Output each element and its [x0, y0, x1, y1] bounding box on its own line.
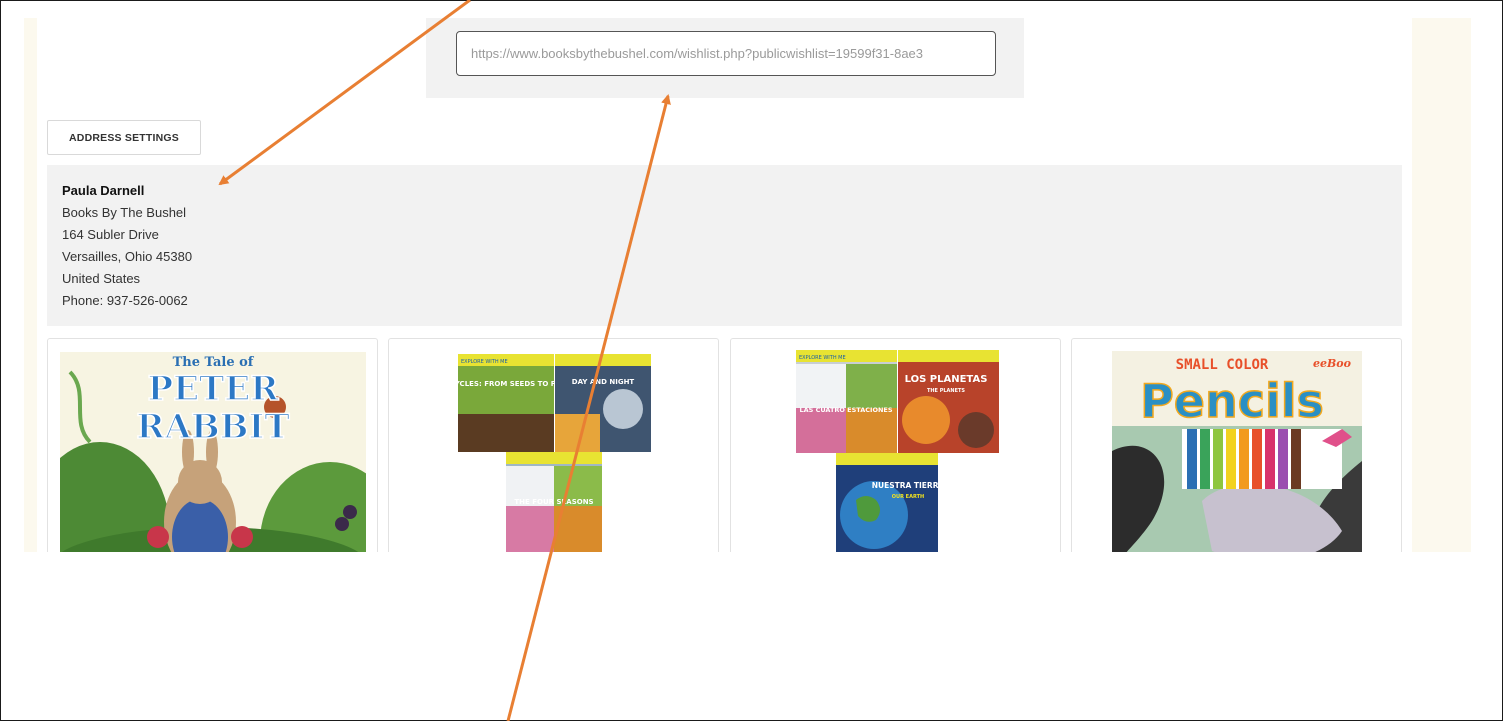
product-card-color-pencils[interactable]: SMALL COLOR eeBoo Pencils: [1071, 338, 1402, 552]
series-label: EXPLORE WITH ME: [461, 359, 508, 365]
cover-title: Pencils: [1140, 374, 1324, 428]
cover-title: LAS CUATRO ESTACIONES: [799, 406, 892, 414]
series-label: EXPLORE WITH ME: [799, 355, 846, 361]
shipping-address: Paula Darnell Books By The Bushel 164 Su…: [47, 165, 1402, 326]
cover-top-text: SMALL COLOR: [1176, 357, 1269, 373]
cover-top-text: The Tale of: [173, 355, 255, 370]
wishlist-content: ADDRESS SETTINGS Paula Darnell Books By …: [37, 18, 1412, 552]
address-company: Books By The Bushel: [62, 205, 187, 220]
product-card-explore-set-2[interactable]: EXPLORE WITH ME LAS CUATRO ESTACIONES LO…: [730, 338, 1061, 552]
cover-subtitle: THE PLANETS: [927, 388, 965, 394]
brand-logo-text: eeBoo: [1313, 357, 1351, 370]
address-settings-button[interactable]: ADDRESS SETTINGS: [47, 120, 201, 155]
product-card-peter-rabbit[interactable]: The Tale of PETER RABBIT: [47, 338, 378, 552]
book-cover-image[interactable]: SMALL COLOR eeBoo Pencils: [1112, 351, 1362, 552]
address-country: United States: [62, 271, 141, 286]
cover-title: LOS PLANETAS: [905, 374, 988, 385]
product-card-explore-set-1[interactable]: EXPLORE WITH ME LIFE CYCLES: FROM SEEDS …: [388, 338, 719, 552]
address-name: Paula Darnell: [62, 183, 145, 198]
cover-title: DAY AND NIGHT: [572, 378, 635, 386]
address-street: 164 Subler Drive: [62, 227, 159, 242]
address-city: Versailles, Ohio 45380: [62, 249, 193, 264]
cover-title-line-1: PETER: [148, 369, 280, 409]
cover-title: NUESTRA TIERRA: [872, 481, 945, 490]
share-url-input[interactable]: [456, 31, 996, 76]
cover-title: THE FOUR SEASONS: [514, 498, 593, 506]
cover-title-line-2: RABBIT: [136, 407, 289, 447]
cover-subtitle: OUR EARTH: [892, 494, 924, 500]
book-set-image[interactable]: EXPLORE WITH ME LAS CUATRO ESTACIONES LO…: [796, 350, 999, 552]
share-url-panel: [426, 18, 1024, 98]
book-set-image[interactable]: EXPLORE WITH ME LIFE CYCLES: FROM SEEDS …: [458, 354, 651, 552]
address-phone: Phone: 937-526-0062: [62, 293, 188, 308]
book-cover-image[interactable]: The Tale of PETER RABBIT: [60, 352, 366, 552]
